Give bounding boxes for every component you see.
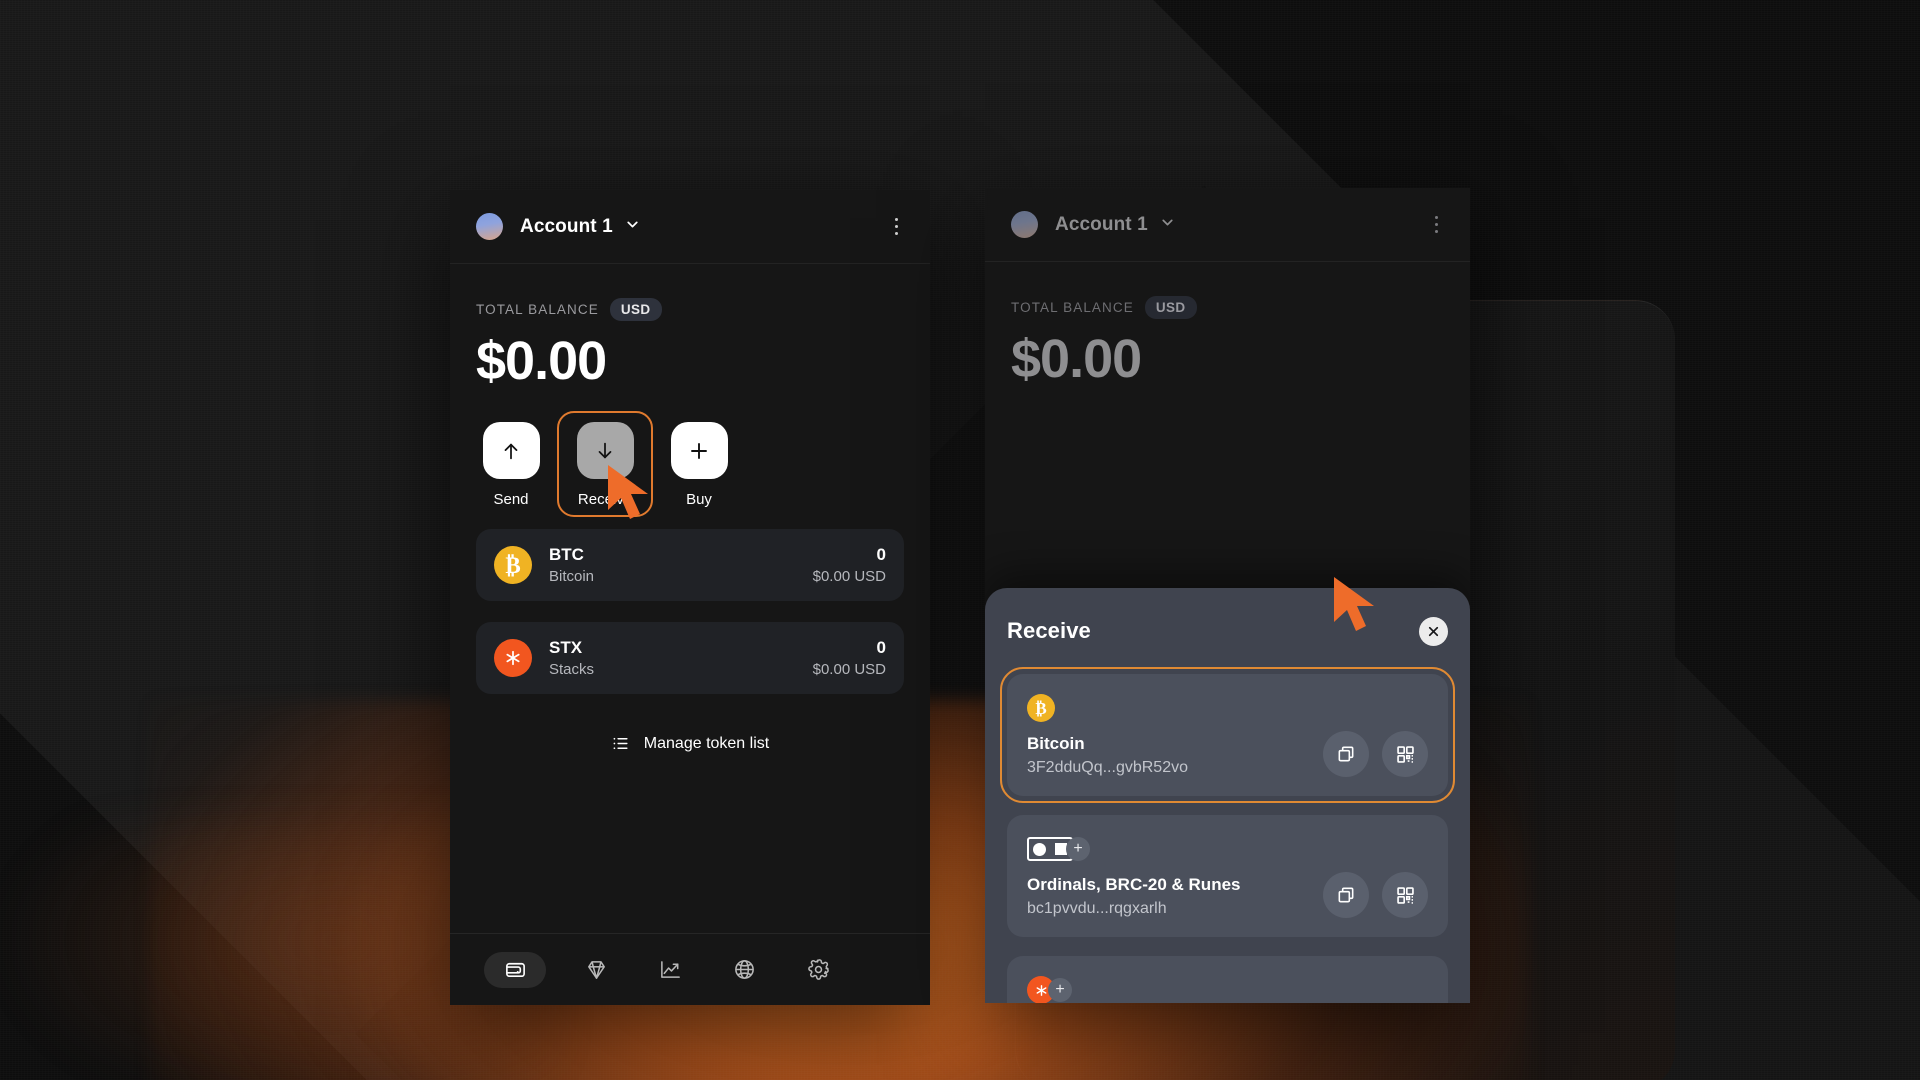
wallet-header: Account 1 xyxy=(450,190,930,264)
address-info: + Stacks NFTs & SIP-10 tokens SP3CD4T1..… xyxy=(1027,975,1323,1003)
bitcoin-icon: ₿ xyxy=(494,546,532,584)
token-name: Stacks xyxy=(549,661,595,678)
copy-icon xyxy=(1338,887,1354,903)
arrow-down-icon xyxy=(598,442,612,458)
receive-button[interactable]: Receive xyxy=(557,411,653,517)
token-amount: 0 xyxy=(876,638,886,657)
copy-icon xyxy=(1338,746,1354,762)
nav-wallet[interactable] xyxy=(484,951,546,988)
receive-button-label: Receive xyxy=(577,491,633,508)
send-button[interactable]: Send xyxy=(476,422,546,508)
globe-icon xyxy=(734,960,754,979)
buy-button-surface[interactable] xyxy=(670,422,728,479)
stacks-glyph xyxy=(506,650,520,666)
total-balance-row: TOTAL BALANCE USD xyxy=(476,298,904,321)
address-actions xyxy=(1323,872,1428,918)
token-symbol: BTC xyxy=(549,545,584,564)
buy-button-label: Buy xyxy=(686,491,712,508)
total-balance-amount: $0.00 xyxy=(476,331,607,391)
address-actions xyxy=(1323,731,1428,777)
receive-address-card-bitcoin[interactable]: ₿ Bitcoin 3F2dduQq...gvbR52vo xyxy=(1000,667,1455,803)
address-badges: + xyxy=(1027,834,1323,864)
address-badges: + xyxy=(1027,975,1323,1003)
gear-icon xyxy=(807,959,829,980)
currency-badge[interactable]: USD xyxy=(609,298,662,321)
avatar[interactable] xyxy=(476,213,503,240)
quick-actions: Send Receive Buy xyxy=(476,411,904,517)
more-options-icon[interactable] xyxy=(1429,210,1445,240)
receive-sheet: Receive ₿ Bitcoin 3F2dduQq...gvbR52vo + … xyxy=(985,588,1470,1003)
token-amount: 0 xyxy=(876,545,886,564)
nav-nfts[interactable] xyxy=(572,952,620,988)
token-row[interactable]: ₿ BTC Bitcoin 0 $0.00 USD xyxy=(476,529,904,601)
send-button-label: Send xyxy=(493,491,529,508)
token-usd-value: $0.00 USD xyxy=(812,568,886,585)
token-symbol: STX xyxy=(549,638,583,657)
copy-button[interactable] xyxy=(1323,872,1369,918)
diamond-icon xyxy=(587,961,605,979)
address-info: + Ordinals, BRC-20 & Runes bc1pvvdu...rq… xyxy=(1027,834,1323,918)
receive-address-card-stacks[interactable]: + Stacks NFTs & SIP-10 tokens SP3CD4T1..… xyxy=(1007,956,1448,1003)
qr-code-button[interactable] xyxy=(1382,872,1428,918)
token-name: Bitcoin xyxy=(549,568,595,585)
more-options-icon[interactable] xyxy=(889,212,905,242)
stacks-icon xyxy=(494,639,532,677)
address-title: Ordinals, BRC-20 & Runes xyxy=(1027,875,1241,894)
avatar[interactable] xyxy=(1011,211,1038,238)
bitcoin-icon: ₿ xyxy=(1027,694,1055,722)
plus-icon: + xyxy=(1066,837,1090,861)
account-name[interactable]: Account 1 xyxy=(1055,214,1148,236)
total-balance-label: TOTAL BALANCE xyxy=(1011,300,1134,315)
wallet-panel: Account 1 TOTAL BALANCE USD $0.00 Send R… xyxy=(450,190,930,1005)
wallet-header: Account 1 xyxy=(985,188,1470,262)
qr-code-button[interactable] xyxy=(1382,731,1428,777)
receive-button-surface[interactable] xyxy=(576,422,634,479)
stacks-glyph xyxy=(1036,984,1046,996)
copy-button[interactable] xyxy=(1323,731,1369,777)
manage-token-list-button[interactable]: Manage token list xyxy=(476,734,904,753)
plus-icon xyxy=(691,442,707,459)
token-row[interactable]: STX Stacks 0 $0.00 USD xyxy=(476,622,904,694)
token-text: STX Stacks xyxy=(549,638,594,678)
address-title: Bitcoin xyxy=(1027,734,1085,753)
token-values: 0 $0.00 USD xyxy=(813,638,886,678)
chart-up-icon xyxy=(660,961,680,978)
qr-code-icon xyxy=(1396,886,1414,904)
receive-sheet-title: Receive xyxy=(1007,618,1091,643)
manage-token-list-label: Manage token list xyxy=(643,734,770,752)
receive-address-card-ordinals[interactable]: + Ordinals, BRC-20 & Runes bc1pvvdu...rq… xyxy=(1007,815,1448,937)
token-usd-value: $0.00 USD xyxy=(812,661,886,678)
bottom-navigation xyxy=(450,933,930,1005)
address-value: 3F2dduQq...gvbR52vo xyxy=(1027,759,1188,776)
total-balance-row: TOTAL BALANCE USD xyxy=(1011,296,1444,319)
qr-code-icon xyxy=(1396,745,1414,763)
currency-badge[interactable]: USD xyxy=(1144,296,1197,319)
total-balance-amount: $0.00 xyxy=(1011,329,1142,389)
token-values: 0 $0.00 USD xyxy=(813,545,886,585)
nav-activity[interactable] xyxy=(646,952,694,988)
plus-icon: + xyxy=(1048,978,1072,1002)
chevron-down-icon[interactable] xyxy=(1159,214,1176,236)
buy-button[interactable]: Buy xyxy=(664,422,734,508)
wallet-body: TOTAL BALANCE USD $0.00 Send Receive Buy… xyxy=(450,264,930,933)
background xyxy=(0,0,1920,1080)
arrow-up-icon xyxy=(504,443,518,459)
chevron-down-icon[interactable] xyxy=(624,216,641,238)
close-icon xyxy=(1428,626,1439,636)
nav-explore[interactable] xyxy=(720,952,768,988)
send-button-surface[interactable] xyxy=(482,422,540,479)
close-button[interactable] xyxy=(1419,616,1448,646)
total-balance-label: TOTAL BALANCE xyxy=(476,302,599,317)
account-name[interactable]: Account 1 xyxy=(520,216,613,238)
address-info: ₿ Bitcoin 3F2dduQq...gvbR52vo xyxy=(1027,693,1323,777)
list-icon xyxy=(613,737,628,750)
receive-sheet-header: Receive xyxy=(1007,588,1448,674)
address-value: bc1pvvdu...rqgxarlh xyxy=(1027,900,1167,917)
wallet-icon xyxy=(505,962,525,978)
address-badges: ₿ xyxy=(1027,693,1323,723)
token-text: BTC Bitcoin xyxy=(549,545,594,585)
wallet-panel-with-receive-sheet: Account 1 TOTAL BALANCE USD $0.00 Receiv… xyxy=(985,188,1470,1003)
nav-settings[interactable] xyxy=(794,952,842,988)
